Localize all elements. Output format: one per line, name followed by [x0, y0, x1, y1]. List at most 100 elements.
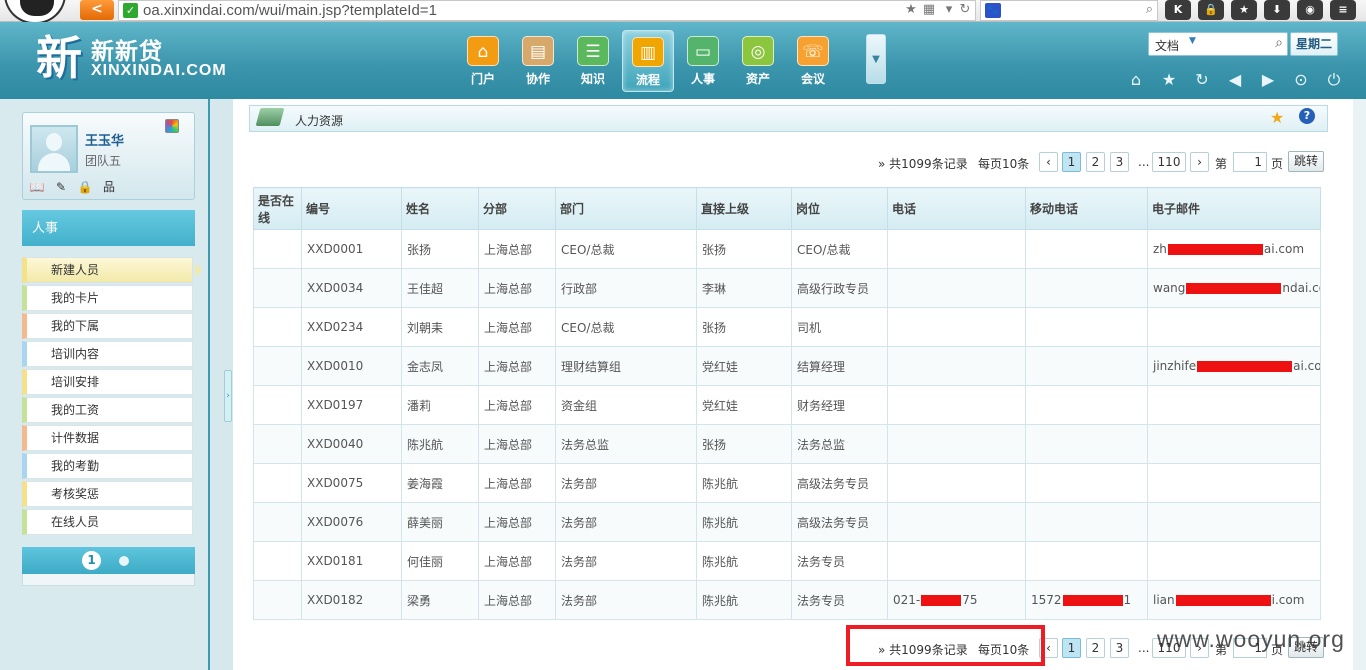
employee-name-cell[interactable]: 姜海霞 [401, 463, 479, 503]
dropdown-circle-icon[interactable]: ⊙ [1291, 70, 1311, 90]
pager-bottom-page-3[interactable]: 3 [1110, 638, 1129, 658]
nav-item-0[interactable]: ⌂ 门户 [457, 30, 509, 92]
home-icon[interactable]: ⌂ [1126, 70, 1146, 90]
column-header[interactable]: 岗位 [791, 187, 888, 230]
table-row[interactable]: XXD0182 梁勇 上海总部 法务部 陈兆航 法务专员 021- 75 1572 1 lian i.… [253, 580, 1321, 620]
nav-item-1[interactable]: ▤ 协作 [512, 30, 564, 92]
column-header[interactable]: 是否在线 [253, 187, 302, 230]
nav-item-4[interactable]: ▭ 人事 [677, 30, 729, 92]
sidebar-item-0[interactable]: 新建人员 [22, 257, 202, 283]
forward-arrow-icon[interactable]: ▶ [1258, 70, 1278, 90]
power-icon[interactable]: ⏻ [1324, 70, 1344, 90]
column-header[interactable]: 电子邮件 [1147, 187, 1321, 230]
sidebar-item-8[interactable]: 考核奖惩 [22, 481, 193, 507]
sidebar-page-1[interactable]: 1 [82, 551, 101, 570]
pager-top-page-input[interactable]: 1 [1233, 152, 1267, 172]
pager-top-page-2[interactable]: 2 [1086, 152, 1105, 172]
search-icon[interactable]: ⌕ [1146, 2, 1153, 17]
gamepad-icon[interactable]: ◉ [1297, 0, 1323, 20]
column-header[interactable]: 电话 [887, 187, 1026, 230]
book-icon[interactable]: 📖 [28, 179, 46, 195]
pager-top-last-page[interactable]: 110 [1152, 152, 1186, 172]
sidebar-page-2[interactable] [119, 556, 129, 566]
url-text[interactable]: oa.xinxindai.com/wui/main.jsp?templateId… [143, 1, 437, 20]
avatar[interactable] [30, 125, 78, 173]
download-icon[interactable]: ⬇ [1264, 0, 1290, 20]
employee-name-cell[interactable]: 王佳超 [401, 268, 479, 308]
profile-avatar-icon[interactable] [4, 0, 66, 24]
pager-top-page-1[interactable]: 1 [1062, 152, 1081, 172]
employee-name-cell[interactable]: 薛美丽 [401, 502, 479, 542]
org-chart-icon[interactable]: 品 [100, 179, 118, 195]
nav-more-button[interactable]: ▼ [866, 34, 886, 84]
sidebar-item-9[interactable]: 在线人员 [22, 509, 193, 535]
lock-icon[interactable]: 🔒 [1198, 0, 1224, 20]
star-icon[interactable]: ★ [1231, 0, 1257, 20]
employee-name-cell[interactable]: 陈兆航 [401, 424, 479, 464]
column-header[interactable]: 姓名 [401, 187, 479, 230]
back-arrow-icon[interactable]: ◀ [1225, 70, 1245, 90]
address-bar[interactable]: ✓ oa.xinxindai.com/wui/main.jsp?template… [118, 0, 976, 21]
qr-code-icon[interactable]: ▦ [921, 2, 937, 18]
nav-item-5[interactable]: ◎ 资产 [732, 30, 784, 92]
pager-top-jump-button[interactable]: 跳转 [1288, 151, 1324, 172]
nav-item-2[interactable]: ☰ 知识 [567, 30, 619, 92]
column-header[interactable]: 直接上级 [696, 187, 792, 230]
sidebar-item-6[interactable]: 计件数据 [22, 425, 193, 451]
menu-icon[interactable]: ≡ [1330, 0, 1356, 20]
bookmark-star-icon[interactable]: ★ [903, 2, 919, 18]
sidebar-item-1[interactable]: 我的卡片 [22, 285, 193, 311]
lock-icon[interactable]: 🔒 [76, 179, 94, 195]
browser-search-box[interactable]: 🐾 ⌕ [980, 0, 1158, 21]
edit-note-icon[interactable]: ✎ [52, 179, 70, 195]
table-row[interactable]: XXD0001 张扬 上海总部 CEO/总裁 张扬 CEO/总裁 zh ai.com [253, 229, 1321, 269]
employee-name-cell[interactable]: 刘朝耒 [401, 307, 479, 347]
column-header[interactable]: 移动电话 [1025, 187, 1148, 230]
table-row[interactable]: XXD0076 薛美丽 上海总部 法务部 陈兆航 高级法务专员 [253, 502, 1321, 542]
employee-name-cell[interactable]: 金志凤 [401, 346, 479, 386]
back-button[interactable]: < [80, 0, 114, 20]
nav-item-3[interactable]: ▥ 流程 [622, 30, 674, 92]
table-row[interactable]: XXD0075 姜海霞 上海总部 法务部 陈兆航 高级法务专员 [253, 463, 1321, 503]
table-row[interactable]: XXD0034王佳超上海总部行政部李琳高级行政专员 wang ndai.com [253, 268, 1321, 308]
employee-name-cell[interactable]: 梁勇 [401, 580, 479, 620]
employee-name-cell[interactable]: 潘莉 [401, 385, 479, 425]
pager-top-page-3[interactable]: 3 [1110, 152, 1129, 172]
user-name[interactable]: 王玉华 [85, 130, 124, 149]
doc-search-category[interactable]: 文档 [1155, 37, 1179, 54]
sidebar-item-5[interactable]: 我的工资 [22, 397, 193, 423]
column-header[interactable]: 编号 [301, 187, 402, 230]
pager-top-next-icon[interactable]: › [1190, 152, 1209, 172]
pager-bottom-page-1[interactable]: 1 [1062, 638, 1081, 658]
theme-palette-icon[interactable] [165, 119, 179, 133]
sidebar-item-3[interactable]: 培训内容 [22, 341, 193, 367]
table-row[interactable]: XXD0234 刘朝耒 上海总部 CEO/总裁 张扬 司机 [253, 307, 1321, 347]
table-row[interactable]: XXD0040 陈兆航 上海总部 法务总监 张扬 法务总监 [253, 424, 1321, 464]
k-icon[interactable]: K [1165, 0, 1191, 20]
employee-name-cell[interactable]: 张扬 [401, 229, 479, 269]
search-engine-paw-icon[interactable]: 🐾 [985, 3, 1001, 18]
table-row[interactable]: XXD0010金志凤上海总部理财结算组党红娃结算经理 jinzhife ai.com [253, 346, 1321, 386]
favorite-star-icon[interactable]: ★ [1159, 70, 1179, 90]
sidebar-item-7[interactable]: 我的考勤 [22, 453, 193, 479]
chevron-down-icon[interactable]: ▼ [1189, 36, 1196, 46]
scrollbar[interactable] [1353, 99, 1366, 670]
employee-name-cell[interactable]: 何佳丽 [401, 541, 479, 581]
column-header[interactable]: 分部 [478, 187, 556, 230]
collapse-sidebar-handle[interactable]: › [224, 370, 232, 422]
help-icon[interactable]: ? [1299, 108, 1315, 124]
favorite-star-icon[interactable]: ★ [1270, 108, 1284, 127]
sidebar-section-title[interactable]: 人事 [22, 210, 195, 246]
sidebar-item-4[interactable]: 培训安排 [22, 369, 193, 395]
table-row[interactable]: XXD0181 何佳丽 上海总部 法务部 陈兆航 法务专员 [253, 541, 1321, 581]
column-header[interactable]: 部门 [555, 187, 697, 230]
table-row[interactable]: XXD0197 潘莉 上海总部 资金组 党红娃 财务经理 [253, 385, 1321, 425]
doc-search-box[interactable]: 文档 ▼ ⌕ [1148, 32, 1288, 56]
refresh-icon[interactable]: ↻ [1192, 70, 1212, 90]
dropdown-caret-icon[interactable]: ▾ [941, 2, 957, 18]
sidebar-item-2[interactable]: 我的下属 [22, 313, 193, 339]
reload-icon[interactable]: ↻ [957, 2, 973, 18]
search-icon[interactable]: ⌕ [1275, 35, 1283, 51]
pager-bottom-page-2[interactable]: 2 [1086, 638, 1105, 658]
nav-item-6[interactable]: ☏ 会议 [787, 30, 839, 92]
